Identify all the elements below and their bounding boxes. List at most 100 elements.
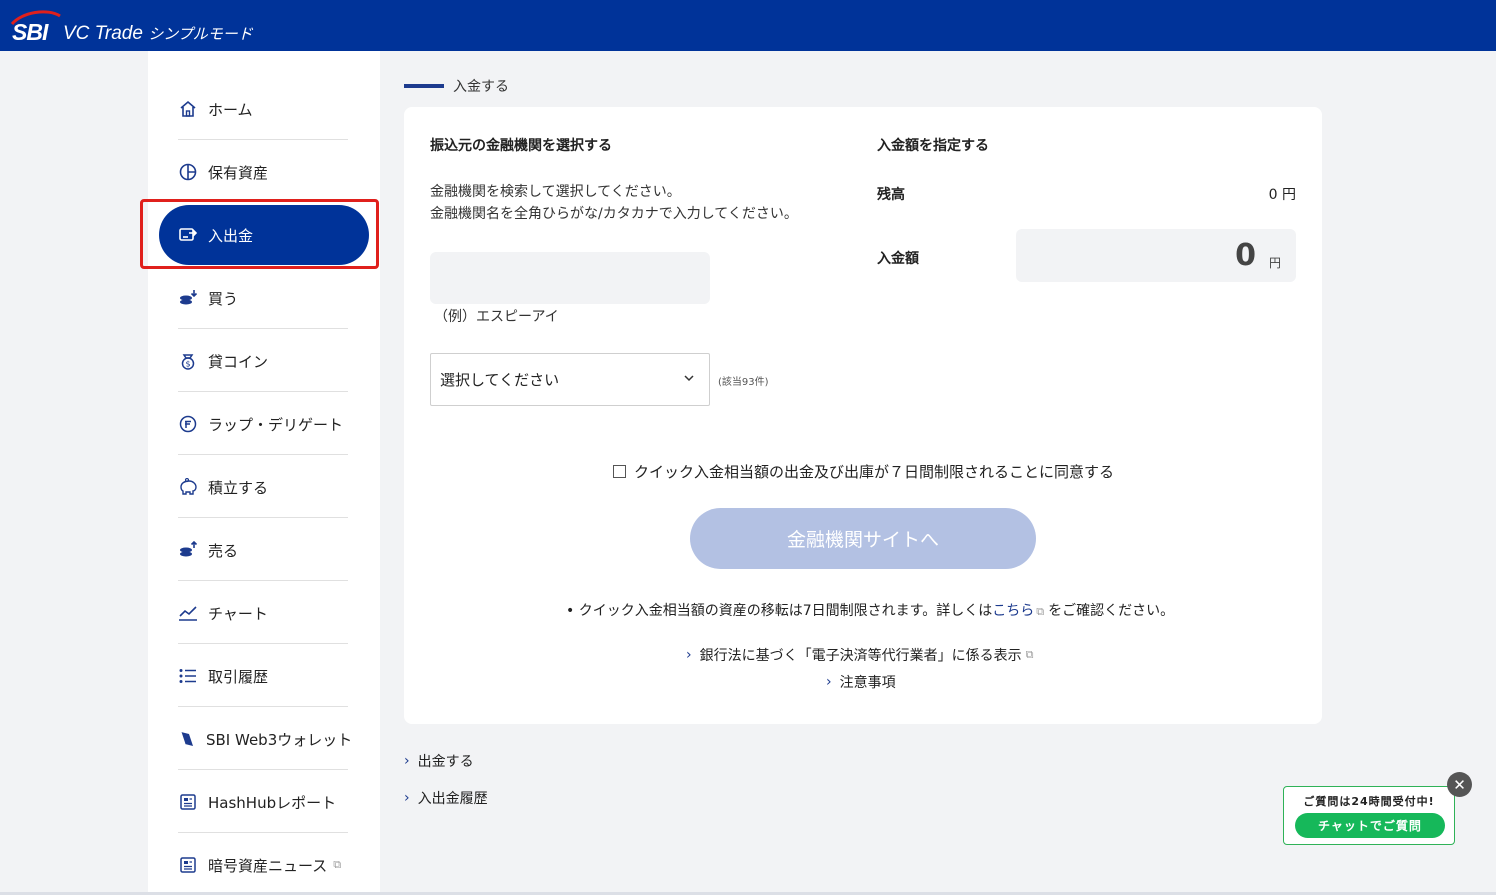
deposit-history-link-label: 入出金履歴 (417, 791, 488, 807)
sidebar-item-buy[interactable]: 買う (178, 278, 348, 318)
divider (178, 769, 348, 770)
divider (178, 706, 348, 707)
agree-checkbox[interactable] (613, 465, 626, 478)
transfer-icon (178, 225, 198, 245)
sidebar-item-wrap-delegate[interactable]: ラップ・デリゲート (178, 404, 348, 444)
svg-text:$: $ (185, 360, 190, 369)
chat-button[interactable]: チャットでご質問 (1295, 813, 1445, 838)
withdraw-link-label: 出金する (417, 754, 474, 770)
heading-bar (404, 84, 444, 88)
sidebar-item-label: 入出金 (208, 226, 254, 245)
divider (178, 580, 348, 581)
sidebar-item-label: 取引履歴 (208, 667, 269, 686)
divider (178, 139, 348, 140)
wallet-icon (178, 729, 196, 749)
amount-input[interactable]: 0 円 (1016, 229, 1296, 282)
sidebar-item-web3-wallet[interactable]: SBI Web3ウォレット (178, 719, 352, 759)
bank-select[interactable]: 選択してください (430, 353, 710, 406)
wrap-delegate-icon (178, 414, 198, 434)
match-count: (該当93件) (718, 377, 769, 388)
sidebar-item-lend-coin[interactable]: $ 貸コイン (178, 341, 348, 381)
external-link-icon: ⧉ (1025, 648, 1034, 661)
app-mode: シンプルモード (148, 26, 253, 43)
external-link-icon: ⧉ (1036, 605, 1045, 618)
deposit-history-link[interactable]: › 入出金履歴 (404, 788, 488, 808)
bank-search-input[interactable] (430, 252, 710, 304)
app-header: SBI VC Trade シンプルモード (0, 0, 1496, 51)
sidebar-item-label: SBI Web3ウォレット (206, 730, 353, 749)
sidebar-item-accumulate[interactable]: 積立する (178, 467, 348, 507)
divider (178, 391, 348, 392)
balance-value: 0 円 (1268, 187, 1296, 203)
chart-icon (178, 603, 198, 623)
notes-link[interactable]: › 注意事項 (826, 672, 896, 692)
list-icon (178, 666, 198, 686)
divider (178, 517, 348, 518)
bank-site-button[interactable]: 金融機関サイトへ (690, 508, 1036, 569)
sidebar-item-label: ラップ・デリゲート (208, 415, 344, 434)
sidebar-item-label: 暗号資産ニュース (208, 856, 328, 875)
external-link-icon: ⧉ (333, 858, 342, 871)
app-title: VC Trade シンプルモード (63, 23, 253, 45)
note-prefix: • クイック入金相当額の資産の移転は7日間制限されます。詳しくは (566, 603, 993, 619)
sidebar-item-label: HashHubレポート (208, 793, 337, 812)
instruction-line-2: 金融機関名を全角ひらがな/カタカナで入力してください。 (430, 206, 798, 222)
amount-value: 0 (1235, 238, 1256, 273)
sidebar-item-label: 貸コイン (208, 352, 269, 371)
divider (178, 643, 348, 644)
bank-instructions: 金融機関を検索して選択してください。 金融機関名を全角ひらがな/カタカナで入力し… (430, 181, 798, 225)
sidebar-item-chart[interactable]: チャート (178, 593, 348, 633)
search-example: （例）エスピーアイ (434, 309, 559, 325)
sell-coins-icon (178, 540, 198, 560)
chat-title: ご質問は24時間受付中! (1303, 795, 1435, 808)
lend-coin-icon: $ (178, 351, 198, 371)
chevron-right-icon: › (404, 753, 410, 769)
sidebar-item-label: 積立する (208, 478, 269, 497)
amount-section-title: 入金額を指定する (877, 138, 989, 154)
report-icon (178, 792, 198, 812)
sidebar-item-sell[interactable]: 売る (178, 530, 348, 570)
note-suffix: をご確認ください。 (1048, 603, 1175, 619)
piggy-bank-icon (178, 477, 198, 497)
chat-widget: ご質問は24時間受付中! チャットでご質問 (1283, 786, 1455, 845)
sidebar-item-label: 買う (208, 289, 239, 308)
chevron-down-icon (684, 375, 694, 382)
bank-section-title: 振込元の金融機関を選択する (430, 138, 612, 154)
withdraw-link[interactable]: › 出金する (404, 751, 474, 771)
sidebar-item-deposit-withdraw[interactable]: 入出金 (159, 205, 369, 265)
deposit-card: 振込元の金融機関を選択する 金融機関を検索して選択してください。 金融機関名を全… (404, 107, 1322, 724)
home-icon (178, 99, 198, 119)
app-title-name: VC Trade (63, 23, 143, 44)
notes-link-label: 注意事項 (839, 675, 896, 691)
sidebar-item-home[interactable]: ホーム (178, 89, 348, 129)
sidebar-item-label: 売る (208, 541, 239, 560)
agree-checkbox-row[interactable]: クイック入金相当額の出金及び出庫が７日間制限されることに同意する (613, 461, 1114, 482)
banking-act-link[interactable]: › 銀行法に基づく「電子決済等代行業者」に係る表示 ⧉ (686, 645, 1033, 665)
news-icon (178, 855, 198, 875)
sidebar-item-label: ホーム (208, 100, 253, 119)
sidebar-item-crypto-news[interactable]: 暗号資産ニュース ⧉ (178, 845, 348, 885)
quick-deposit-note: • クイック入金相当額の資産の移転は7日間制限されます。詳しくはこちら ⧉ をご確認… (566, 600, 1174, 620)
amount-label: 入金額 (877, 251, 919, 267)
chevron-right-icon: › (826, 674, 832, 690)
pie-chart-icon (178, 162, 198, 182)
divider (178, 328, 348, 329)
sidebar-item-holdings[interactable]: 保有資産 (178, 152, 348, 192)
banking-act-link-label: 銀行法に基づく「電子決済等代行業者」に係る表示 (699, 648, 1022, 664)
logo-text[interactable]: SBI (12, 19, 48, 46)
sidebar-item-label: 保有資産 (208, 163, 269, 182)
bank-select-value: 選択してください (440, 371, 560, 389)
agree-label: クイック入金相当額の出金及び出庫が７日間制限されることに同意する (634, 463, 1115, 481)
divider (178, 454, 348, 455)
sidebar-item-hashhub-report[interactable]: HashHubレポート (178, 782, 348, 822)
buy-coins-icon (178, 288, 198, 308)
close-icon[interactable]: ✕ (1447, 772, 1472, 797)
page-title: 入金する (404, 76, 509, 96)
amount-unit: 円 (1268, 256, 1281, 270)
note-link[interactable]: こちら (992, 603, 1034, 619)
balance-label: 残高 (877, 187, 905, 203)
sidebar-item-history[interactable]: 取引履歴 (178, 656, 348, 696)
page-title-text: 入金する (453, 79, 509, 95)
chevron-right-icon: › (686, 647, 692, 663)
sidebar: ホーム 保有資産 入出金 買う $ 貸コイン ラップ・デリゲート 積立する 売る… (140, 51, 380, 895)
